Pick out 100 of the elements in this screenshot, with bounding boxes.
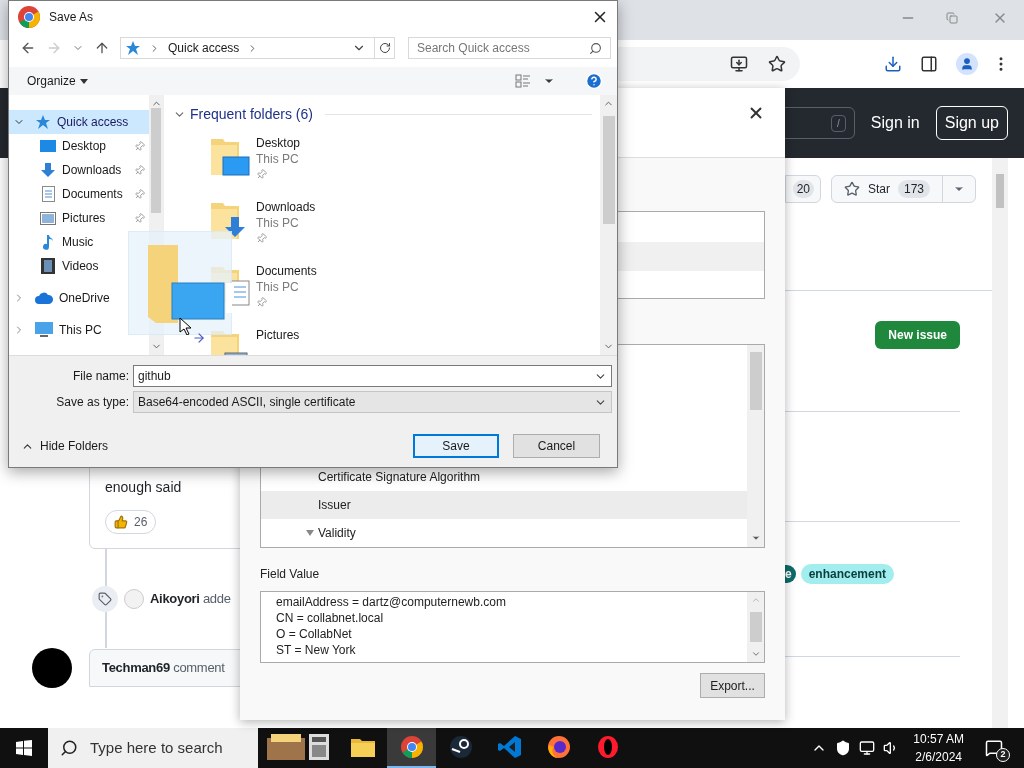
music-note-icon	[42, 234, 54, 250]
nav-item[interactable]: Desktop	[9, 134, 149, 158]
field-value-label: Field Value	[260, 566, 321, 583]
folder-name: Desktop	[256, 135, 301, 151]
folder-name: Pictures	[256, 327, 300, 343]
film-icon	[41, 258, 55, 274]
picture-icon	[40, 211, 56, 225]
field-row[interactable]: Issuer	[261, 491, 747, 519]
scrollbar-thumb[interactable]	[602, 116, 615, 224]
download-icon	[40, 162, 56, 178]
firefox-icon	[546, 735, 571, 759]
sign-up-button[interactable]: Sign up	[935, 106, 1008, 140]
thumbs-up-icon	[114, 515, 128, 529]
expand-arrow-icon[interactable]	[306, 530, 314, 536]
shortcut-key: /	[831, 114, 846, 132]
code-editor-icon	[497, 735, 522, 759]
cancel-button[interactable]: Cancel	[513, 434, 600, 458]
folder-name: Downloads	[256, 199, 316, 215]
window-title: Save As	[49, 8, 94, 26]
field-value-line: CN = collabnet.local	[276, 610, 385, 626]
nav-item[interactable]: Documents	[9, 182, 149, 206]
back-icon[interactable]	[20, 40, 36, 56]
sign-in-link[interactable]: Sign in	[870, 111, 920, 135]
taskbar-search-field[interactable]: Type here to search	[48, 728, 258, 768]
file-name-label: File name:	[71, 368, 130, 385]
watch-button[interactable]: 20	[785, 175, 821, 203]
cloud-icon	[35, 292, 53, 304]
folder-location: This PC	[256, 279, 300, 295]
scrollbar-thumb[interactable]	[749, 612, 762, 642]
file-name-field[interactable]: github	[133, 365, 612, 387]
chrome-icon	[17, 4, 41, 29]
shield-icon[interactable]	[835, 740, 852, 756]
label-tag: e	[785, 565, 796, 583]
nav-item[interactable]: Pictures	[9, 206, 149, 230]
nav-item[interactable]: Downloads	[9, 158, 149, 182]
avatar	[124, 589, 144, 609]
star-icon	[125, 40, 141, 56]
export-button[interactable]: Export...	[700, 673, 765, 698]
address-bar[interactable]: Quick access	[120, 37, 395, 59]
side-panel-icon[interactable]	[920, 55, 938, 73]
install-icon[interactable]	[730, 55, 748, 73]
event-text: Aikoyori adde	[150, 590, 231, 609]
field-value-line: emailAddress = dartz@computernewb.com	[276, 594, 507, 610]
section-header[interactable]: Frequent folders (6)	[190, 104, 313, 125]
nav-item[interactable]: Videos	[9, 254, 117, 278]
search-icon	[60, 739, 78, 757]
breadcrumb[interactable]: Quick access	[168, 39, 240, 57]
clock-time[interactable]: 10:57 AM	[913, 730, 964, 748]
save-button[interactable]: Save	[413, 434, 499, 458]
scroll-down-icon[interactable]	[750, 533, 761, 543]
notification-count: 2	[996, 748, 1010, 762]
nav-item[interactable]: Quick access	[9, 110, 149, 134]
view-options-icon[interactable]	[515, 74, 531, 88]
download-icon[interactable]	[884, 55, 902, 73]
folder-location: This PC	[256, 215, 300, 231]
organize-button[interactable]: Organize	[27, 72, 88, 90]
scrollbar-thumb[interactable]	[749, 352, 762, 410]
scrollbar-thumb[interactable]	[996, 174, 1004, 208]
field-value-line: O = CollabNet	[276, 626, 353, 642]
new-issue-button[interactable]: New issue	[875, 321, 960, 349]
save-type-label: Save as type:	[55, 394, 130, 411]
chrome-icon	[399, 735, 424, 759]
computer-icon	[35, 322, 53, 338]
nav-item[interactable]: This PC	[9, 318, 117, 342]
move-arrow-icon	[192, 331, 206, 345]
label-tag: enhancement	[800, 564, 895, 584]
up-icon[interactable]	[94, 40, 110, 56]
comment-text: enough said	[105, 478, 182, 497]
star-icon	[35, 114, 51, 130]
steam-icon	[448, 735, 473, 759]
profile-icon[interactable]	[956, 53, 978, 75]
file-cabinet-icon	[265, 732, 331, 762]
folder-location: This PC	[256, 151, 300, 167]
clock-date[interactable]: 2/6/2024	[915, 748, 962, 766]
field-name: Certificate Signature Algorithm	[318, 469, 481, 486]
search-icon	[589, 41, 602, 55]
refresh-icon[interactable]	[378, 42, 391, 54]
hide-folders-button[interactable]: Hide Folders	[21, 437, 109, 455]
folder-icon	[350, 737, 375, 757]
scrollbar-thumb[interactable]	[151, 107, 161, 213]
search-field[interactable]: Search Quick access	[408, 37, 611, 59]
opera-icon	[595, 735, 620, 759]
taskbar-app[interactable]	[387, 728, 436, 768]
avatar	[32, 648, 72, 688]
bookmark-star-icon[interactable]	[768, 55, 786, 73]
caret-icon	[79, 78, 88, 84]
nav-item[interactable]: OneDrive	[9, 286, 117, 310]
document-icon	[41, 186, 55, 202]
help-icon[interactable]	[585, 72, 603, 90]
field-name: Issuer	[318, 497, 351, 514]
star-icon	[844, 181, 860, 197]
windows-logo-icon[interactable]	[16, 740, 32, 756]
cursor-icon	[179, 317, 191, 335]
field-name: Validity	[318, 525, 356, 542]
save-type-select[interactable]: Base64-encoded ASCII, single certificate	[133, 391, 612, 413]
tag-icon	[92, 586, 118, 612]
scroll-down-icon[interactable]	[750, 649, 761, 659]
network-icon[interactable]	[859, 740, 876, 756]
folder-tile[interactable]: Desktop This PC	[209, 135, 600, 189]
nav-item[interactable]: Music	[9, 230, 117, 254]
